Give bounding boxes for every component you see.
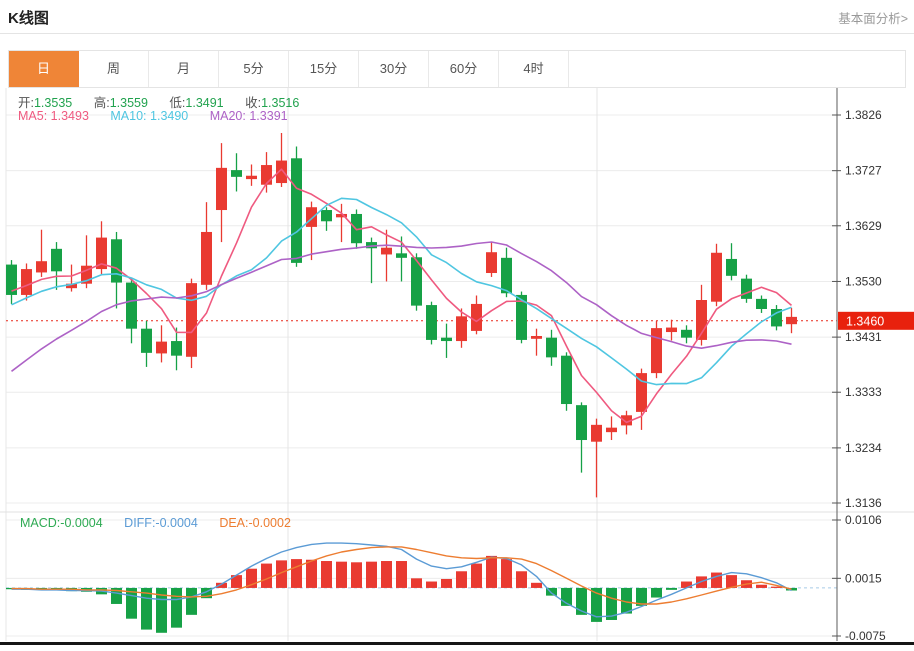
open-value: 1.3535 — [34, 96, 72, 110]
svg-text:1.3727: 1.3727 — [845, 164, 882, 178]
period-tab-bar: 日 周 月 5分 15分 30分 60分 4时 — [8, 50, 906, 88]
tab-30min[interactable]: 30分 — [359, 51, 429, 87]
ma20-label: MA20: — [210, 109, 246, 123]
svg-text:1.3826: 1.3826 — [845, 108, 882, 122]
dea-label: DEA: — [219, 516, 248, 530]
svg-text:-0.0075: -0.0075 — [845, 629, 886, 643]
header-divider — [0, 33, 914, 34]
tab-bar-filler — [569, 51, 905, 87]
dea-value: -0.0002 — [249, 516, 291, 530]
tab-5min[interactable]: 5分 — [219, 51, 289, 87]
close-label: 收: — [245, 96, 261, 110]
fundamental-analysis-link[interactable]: 基本面分析> — [838, 8, 908, 27]
svg-text:1.3530: 1.3530 — [845, 274, 882, 288]
diff-value: -0.0004 — [155, 516, 197, 530]
ma20-value: 1.3391 — [249, 109, 287, 123]
open-label: 开: — [18, 96, 34, 110]
ma-legend: MA5: 1.3493 MA10: 1.3490 MA20: 1.3391 — [18, 109, 306, 123]
macd-label: MACD: — [20, 516, 60, 530]
candles-layer — [6, 133, 797, 497]
diff-label: DIFF: — [124, 516, 155, 530]
high-label: 高: — [94, 96, 110, 110]
tab-15min[interactable]: 15分 — [289, 51, 359, 87]
svg-text:1.3234: 1.3234 — [845, 441, 882, 455]
svg-text:1.3431: 1.3431 — [845, 330, 882, 344]
low-value: 1.3491 — [185, 96, 223, 110]
svg-text:1.3629: 1.3629 — [845, 219, 882, 233]
close-value: 1.3516 — [261, 96, 299, 110]
grid-layer — [0, 88, 914, 641]
low-label: 低: — [169, 96, 185, 110]
price-axis: 1.3826 1.3727 1.3629 1.3530 1.3431 1.3333 1.32… — [0, 88, 914, 645]
page-title: K线图 — [8, 7, 49, 28]
svg-text:1.3136: 1.3136 — [845, 496, 882, 510]
current-price-badge: 1.3460 — [838, 312, 914, 330]
tab-day[interactable]: 日 — [9, 51, 79, 87]
macd-legend: MACD:-0.0004 DIFF:-0.0004 DEA:-0.0002 — [20, 516, 309, 530]
macd-value: -0.0004 — [60, 516, 102, 530]
tab-4hour[interactable]: 4时 — [499, 51, 569, 87]
ma5-value: 1.3493 — [51, 109, 89, 123]
svg-text:1.3460: 1.3460 — [846, 314, 884, 328]
tab-60min[interactable]: 60分 — [429, 51, 499, 87]
ma10-value: 1.3490 — [150, 109, 188, 123]
high-value: 1.3559 — [110, 96, 148, 110]
svg-text:1.3333: 1.3333 — [845, 385, 882, 399]
svg-text:0.0015: 0.0015 — [845, 571, 882, 585]
svg-text:0.0106: 0.0106 — [845, 513, 882, 527]
tab-month[interactable]: 月 — [149, 51, 219, 87]
tab-week[interactable]: 周 — [79, 51, 149, 87]
ma5-label: MA5: — [18, 109, 47, 123]
ma10-label: MA10: — [110, 109, 146, 123]
